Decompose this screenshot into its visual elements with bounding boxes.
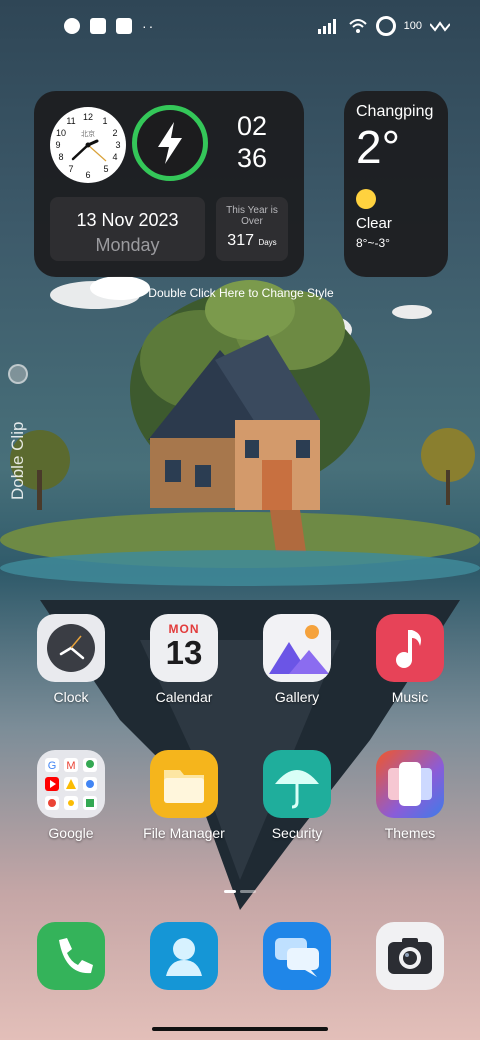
svg-text:3: 3 bbox=[115, 140, 120, 150]
calendar-icon: MON 13 bbox=[150, 614, 218, 682]
app-calendar[interactable]: MON 13 Calendar bbox=[134, 614, 234, 705]
lightning-bolt-icon bbox=[158, 122, 182, 164]
svg-text:5: 5 bbox=[103, 164, 108, 174]
side-panel-label[interactable]: Doble Clip bbox=[8, 422, 28, 500]
svg-text:6: 6 bbox=[85, 170, 90, 180]
charging-indicator bbox=[132, 105, 208, 181]
year-progress-card: This Year is Over 317 Days bbox=[216, 197, 288, 261]
analog-city: 北京 bbox=[81, 129, 95, 138]
svg-text:4: 4 bbox=[112, 152, 117, 162]
weather-condition: Clear bbox=[356, 215, 392, 232]
dock-camera[interactable] bbox=[360, 922, 460, 990]
google-folder-icon: G M bbox=[37, 750, 105, 818]
app-security[interactable]: Security bbox=[247, 750, 347, 841]
app-clock[interactable]: Clock bbox=[21, 614, 121, 705]
gallery-icon bbox=[263, 614, 331, 682]
change-style-hint[interactable]: Double Click Here to Change Style bbox=[0, 286, 480, 300]
calendar-day: 13 bbox=[165, 634, 203, 671]
svg-text:9: 9 bbox=[55, 140, 60, 150]
app-google-folder[interactable]: G M Google bbox=[21, 750, 121, 841]
year-progress-label: This Year is Over bbox=[226, 205, 278, 227]
svg-text:10: 10 bbox=[56, 128, 66, 138]
dock-messages[interactable] bbox=[247, 922, 347, 990]
music-icon bbox=[376, 614, 444, 682]
weather-range: 8°~-3° bbox=[356, 236, 390, 250]
clock-minute: 36 bbox=[236, 143, 268, 173]
notification-icons: ·· bbox=[64, 18, 155, 34]
app-notification-icon bbox=[64, 18, 80, 34]
svg-text:G: G bbox=[48, 760, 57, 772]
wifi-icon bbox=[348, 19, 367, 33]
svg-text:2: 2 bbox=[112, 128, 117, 138]
weekday-text: Monday bbox=[95, 235, 160, 255]
app-themes[interactable]: Themes bbox=[360, 750, 460, 841]
app-gallery[interactable]: Gallery bbox=[247, 614, 347, 705]
svg-text:7: 7 bbox=[68, 164, 73, 174]
camera-icon bbox=[376, 922, 444, 990]
app-label: File Manager bbox=[143, 825, 225, 841]
weather-widget[interactable]: Changping 2° Clear 8°~-3° bbox=[344, 91, 448, 277]
folder-icon bbox=[150, 750, 218, 818]
dock-phone[interactable] bbox=[21, 922, 121, 990]
sun-icon bbox=[356, 189, 376, 209]
square-notification-icon bbox=[90, 18, 106, 34]
page-indicator[interactable] bbox=[224, 880, 258, 893]
messages-icon bbox=[263, 922, 331, 990]
svg-text:1: 1 bbox=[102, 116, 107, 126]
clock-hour: 02 bbox=[236, 111, 268, 141]
signal-icon bbox=[317, 19, 336, 34]
app-file-manager[interactable]: File Manager bbox=[134, 750, 234, 841]
themes-icon bbox=[376, 750, 444, 818]
contacts-icon bbox=[150, 922, 218, 990]
app-music[interactable]: Music bbox=[360, 614, 460, 705]
app-label: Security bbox=[271, 825, 323, 841]
status-bar: ·· 100 bbox=[0, 0, 480, 56]
year-days-count: 317 bbox=[227, 232, 254, 249]
more-notifications-icon: ·· bbox=[142, 18, 156, 34]
year-progress-value: 317 Days bbox=[216, 232, 288, 250]
date-text: 13 Nov 2023 bbox=[76, 210, 179, 230]
svg-text:11: 11 bbox=[66, 116, 75, 126]
umbrella-icon bbox=[263, 750, 331, 818]
app-label: Music bbox=[391, 689, 429, 705]
dock-contacts[interactable] bbox=[134, 922, 234, 990]
phone-icon bbox=[37, 922, 105, 990]
app-label: Themes bbox=[384, 825, 436, 841]
clock-icon bbox=[37, 614, 105, 682]
days-unit: Days bbox=[258, 238, 277, 247]
battery-level: 100 bbox=[403, 20, 422, 32]
svg-text:8: 8 bbox=[58, 152, 63, 162]
battery-icon bbox=[375, 16, 396, 36]
app-label: Google bbox=[48, 825, 94, 841]
app-label: Clock bbox=[53, 689, 89, 705]
weather-temperature: 2° bbox=[356, 121, 400, 173]
svg-text:M: M bbox=[66, 760, 75, 772]
home-indicator[interactable] bbox=[152, 1027, 328, 1031]
date-card: 13 Nov 2023 Monday bbox=[50, 197, 205, 261]
app-label: Calendar bbox=[155, 689, 213, 705]
upload-icon bbox=[116, 18, 132, 34]
system-indicators: 100 bbox=[317, 16, 450, 36]
analog-clock: 12 1 2 3 45 6 78 9 10 11 北京 bbox=[50, 107, 126, 183]
clock-widget[interactable]: 12 1 2 3 45 6 78 9 10 11 北京 02 36 13 Nov 2023 … bbox=[34, 91, 304, 277]
side-panel-handle[interactable] bbox=[8, 364, 28, 384]
activity-icon bbox=[430, 21, 450, 32]
app-label: Gallery bbox=[274, 689, 320, 705]
svg-text:12: 12 bbox=[83, 112, 93, 122]
analog-clock-face: 12 12 3 45 6 78 9 1011 北京 bbox=[55, 112, 120, 180]
weather-city: Changping bbox=[356, 103, 434, 120]
